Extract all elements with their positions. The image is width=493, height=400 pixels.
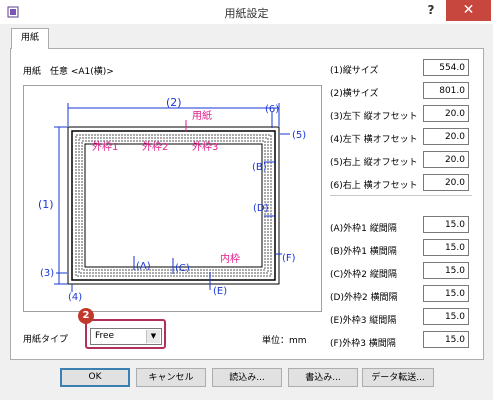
label-frame1-h-spacing: (B)外枠1 横間隔 (330, 247, 397, 257)
horizontal-size-field[interactable]: 801.0 (423, 82, 469, 99)
upper-right-v-offset-field[interactable]: 20.0 (423, 151, 469, 168)
frame1-h-spacing-field[interactable]: 15.0 (423, 239, 469, 256)
title-bar: 用紙設定 ? ✕ (0, 0, 493, 25)
settings-divider (330, 195, 472, 196)
lower-left-h-offset-field[interactable]: 20.0 (423, 128, 469, 145)
help-button[interactable]: ? (424, 3, 438, 19)
paper-type-value: Free (95, 331, 115, 341)
label-3: (3) (40, 268, 54, 279)
label-outer-frame-2: 外枠2 (142, 140, 168, 153)
label-6: (6) (265, 104, 279, 115)
paper-type-label: 用紙タイプ (23, 335, 69, 345)
paper-type-select[interactable]: Free ▼ (90, 328, 162, 345)
label-outer-frame-1: 外枠1 (92, 140, 118, 153)
cancel-button[interactable]: キャンセル (136, 368, 206, 387)
label-f: (F) (282, 253, 296, 264)
label-lower-left-v-offset: (3)左下 縦オフセット (330, 112, 418, 122)
offset-frame (71, 130, 276, 281)
inner-frame (84, 143, 263, 268)
data-transfer-button[interactable]: データ転送... (362, 368, 434, 387)
label-lower-left-h-offset: (4)左下 横オフセット (330, 135, 418, 145)
frame2-h-spacing-field[interactable]: 15.0 (423, 285, 469, 302)
tab-paper[interactable]: 用紙 (11, 28, 49, 49)
step-badge: 2 (78, 308, 94, 324)
label-outer-frame-3: 外枠3 (192, 140, 218, 153)
load-button[interactable]: 読込み... (212, 368, 282, 387)
paper-diagram: (2) (6) (5) (1) (3) (4) 用紙 外枠1 外枠2 外枠3 内… (23, 85, 322, 312)
paper-info: 用紙 任意 <A1(横)> (23, 67, 114, 77)
label-4: (4) (68, 292, 82, 303)
frame3-v-spacing-field[interactable]: 15.0 (423, 308, 469, 325)
label-frame1-v-spacing: (A)外枠1 縦間隔 (330, 224, 397, 234)
save-button[interactable]: 書込み... (288, 368, 358, 387)
outer-frame-2 (78, 137, 269, 274)
label-frame3-h-spacing: (F)外枠3 横間隔 (330, 339, 396, 349)
label-e: (E) (213, 286, 227, 297)
close-icon: ✕ (462, 2, 475, 18)
label-a: (A) (136, 261, 151, 272)
label-upper-right-v-offset: (5)右上 縦オフセット (330, 158, 418, 168)
unit-label: 単位：mm (262, 336, 307, 346)
label-frame3-v-spacing: (E)外枠3 縦間隔 (330, 316, 397, 326)
close-button[interactable]: ✕ (446, 0, 491, 21)
label-inner-frame: 内枠 (220, 252, 240, 265)
label-frame2-v-spacing: (C)外枠2 縦間隔 (330, 270, 397, 280)
label-horizontal-size: (2)横サイズ (330, 89, 379, 99)
label-vertical-size: (1)縦サイズ (330, 66, 379, 76)
label-d: (D) (253, 203, 269, 214)
label-upper-right-h-offset: (6)右上 横オフセット (330, 181, 418, 191)
label-1: (1) (38, 198, 54, 211)
label-frame2-h-spacing: (D)外枠2 横間隔 (330, 293, 398, 303)
upper-right-h-offset-field[interactable]: 20.0 (423, 174, 469, 191)
label-c: (C) (175, 263, 190, 274)
label-b: (B) (252, 162, 267, 173)
paper-diagram-svg: (2) (6) (5) (1) (3) (4) 用紙 外枠1 外枠2 外枠3 内… (38, 96, 306, 303)
vertical-size-field[interactable]: 554.0 (423, 59, 469, 76)
lower-left-v-offset-field[interactable]: 20.0 (423, 105, 469, 122)
outer-frame-1 (75, 134, 272, 277)
ok-button[interactable]: OK (60, 368, 130, 387)
frame3-h-spacing-field[interactable]: 15.0 (423, 331, 469, 348)
label-2: (2) (166, 96, 182, 109)
chevron-down-icon[interactable]: ▼ (146, 330, 160, 343)
label-5: (5) (292, 130, 306, 141)
label-paper: 用紙 (192, 109, 212, 122)
window-title: 用紙設定 (224, 7, 269, 20)
frame2-v-spacing-field[interactable]: 15.0 (423, 262, 469, 279)
frame1-v-spacing-field[interactable]: 15.0 (423, 216, 469, 233)
outer-frame-3 (81, 140, 266, 271)
